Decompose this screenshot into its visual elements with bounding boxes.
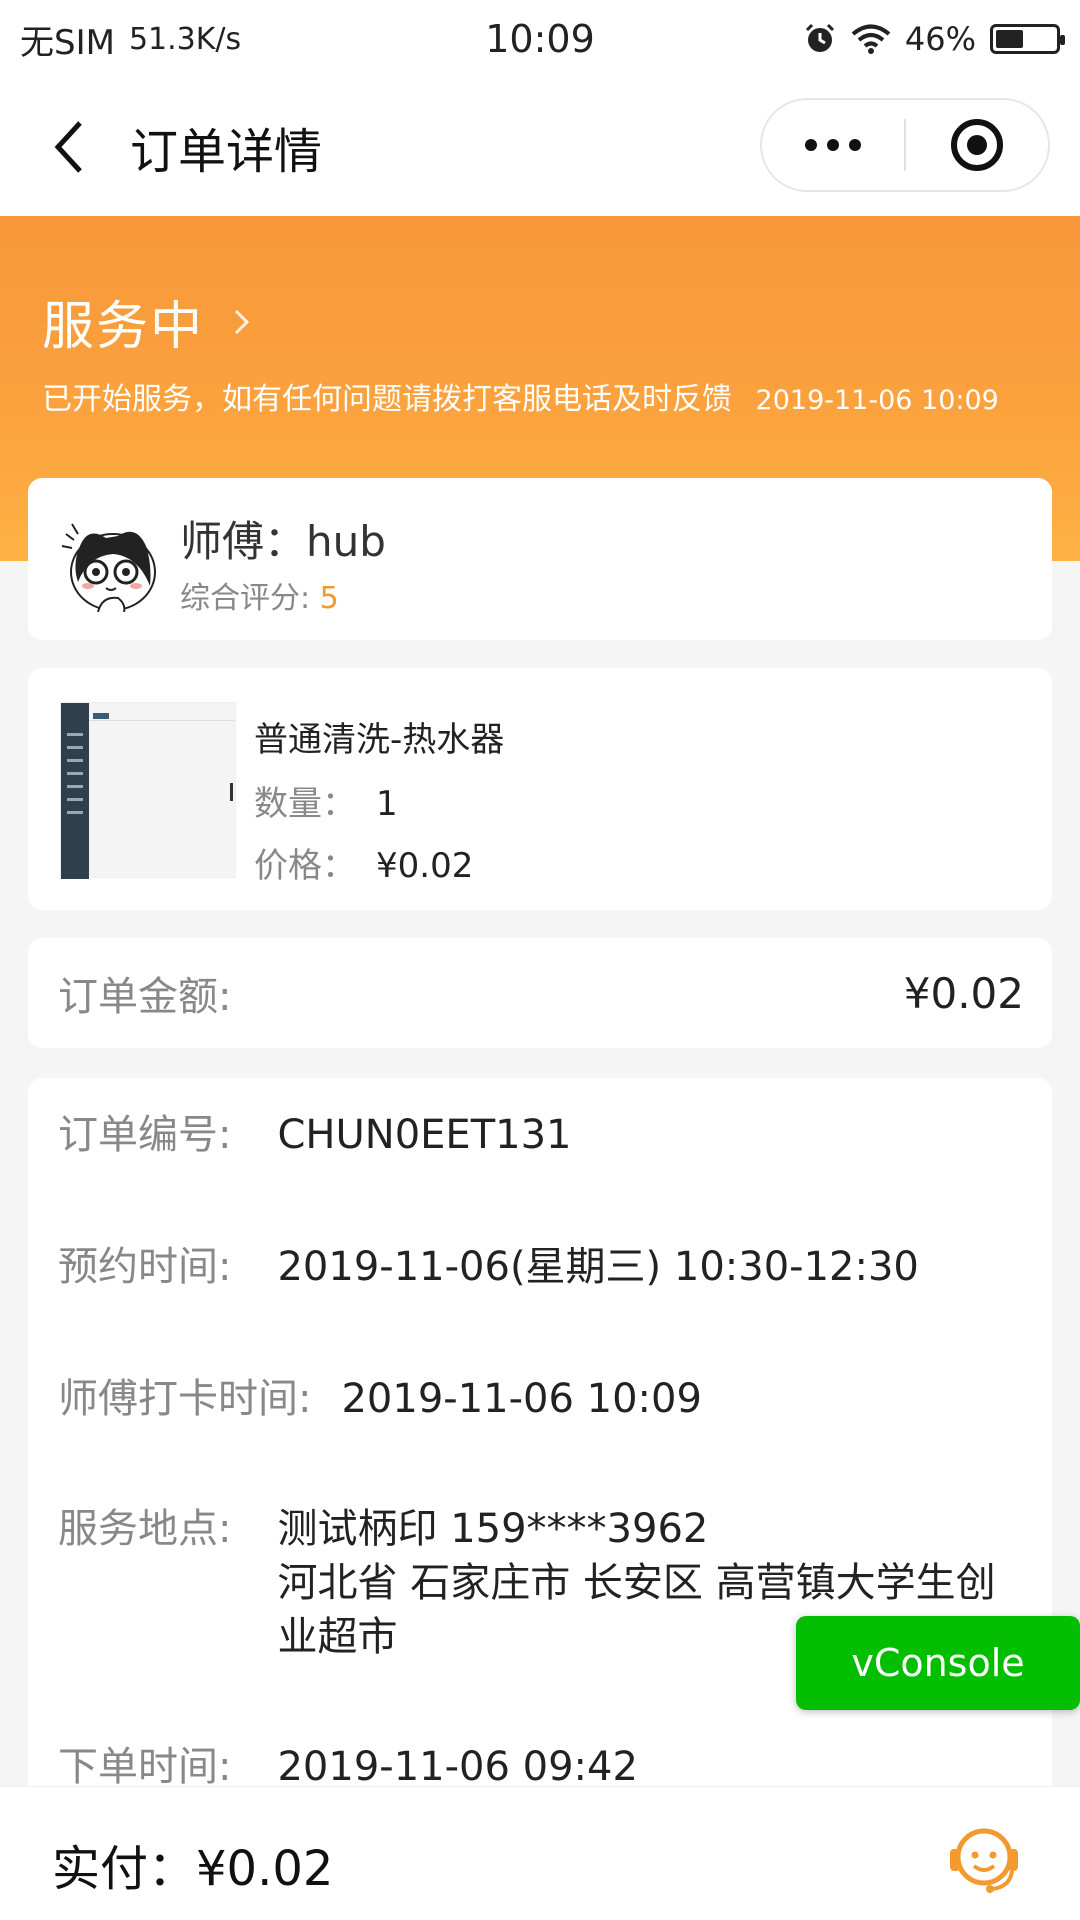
status-tip-time: 2019-11-06 10:09 (755, 385, 999, 416)
order-status: 服务中 (42, 297, 205, 357)
rating-label: 综合评分: (180, 581, 311, 616)
product-thumbnail[interactable] (60, 702, 236, 879)
price-value: ¥0.02 (376, 846, 474, 886)
price-label: 价格： (254, 846, 356, 886)
network-speed: 51.3K/s (128, 21, 242, 57)
status-bar: 无SIM 51.3K/s 10:09 46% (0, 0, 1080, 78)
appointment-value: 2019-11-06(星期三) 10:30-12:30 (277, 1244, 919, 1290)
battery-percent: 46% (904, 20, 976, 58)
customer-service-icon[interactable] (944, 1817, 1024, 1897)
appointment-label: 预约时间: (58, 1244, 232, 1290)
paid-amount: 实付：¥0.02 (52, 1841, 334, 1897)
quantity-label: 数量： (254, 784, 356, 824)
capsule-close-icon[interactable] (906, 119, 1048, 171)
avatar (61, 523, 156, 612)
mini-program-capsule (760, 98, 1050, 192)
rating-score: 5 (319, 581, 339, 616)
checkin-value: 2019-11-06 10:09 (341, 1376, 702, 1422)
worker-card: 师傅：hub 综合评分: 5 (28, 478, 1052, 640)
page-title: 订单详情 (130, 124, 323, 180)
status-tip: 已开始服务，如有任何问题请拨打客服电话及时反馈 2019-11-06 10:09 (42, 374, 1002, 427)
carrier-label: 无SIM (20, 22, 115, 63)
detail-row-checkin: 师傅打卡时间: 2019-11-06 10:09 (58, 1372, 702, 1426)
detail-row-order-no: 订单编号: CHUN0EET131 (58, 1108, 571, 1162)
worker-rating: 综合评分: 5 (180, 573, 339, 617)
product-quantity: 数量： 1 (254, 776, 398, 825)
checkin-label: 师傅打卡时间: (58, 1376, 312, 1422)
product-card: 普通清洗-热水器 数量： 1 价格： ¥0.02 (28, 668, 1052, 910)
detail-row-appointment: 预约时间: 2019-11-06(星期三) 10:30-12:30 (58, 1240, 919, 1294)
order-details-card: 订单编号: CHUN0EET131 预约时间: 2019-11-06(星期三) … (28, 1078, 1052, 1828)
battery-level-fill (996, 30, 1023, 48)
status-link[interactable]: 服务中 (42, 284, 256, 359)
nav-bar: 订单详情 (0, 78, 1080, 216)
quantity-value: 1 (376, 784, 398, 824)
product-price: 价格： ¥0.02 (254, 838, 473, 887)
wifi-icon (851, 24, 891, 54)
alarm-icon (805, 23, 834, 52)
order-amount-value: ¥0.02 (903, 968, 1024, 1018)
order-amount-card: 订单金额: ¥0.02 (28, 938, 1052, 1048)
chevron-right-icon (234, 309, 250, 334)
more-icon[interactable] (762, 139, 904, 151)
back-icon[interactable] (30, 107, 110, 187)
product-name: 普通清洗-热水器 (254, 720, 505, 760)
order-no-value: CHUN0EET131 (277, 1112, 572, 1158)
address-contact: 测试柄印 159****3962 (277, 1506, 709, 1552)
status-tip-text: 已开始服务，如有任何问题请拨打客服电话及时反馈 (42, 382, 732, 417)
order-no-label: 订单编号: (58, 1112, 232, 1158)
address-label: 服务地点: (58, 1506, 232, 1552)
bottom-bar: 实付：¥0.02 (0, 1786, 1080, 1920)
worker-name: 师傅：hub (180, 517, 386, 566)
order-amount-label: 订单金额: (58, 974, 232, 1020)
battery-icon (990, 24, 1065, 54)
vconsole-button[interactable]: vConsole (796, 1616, 1080, 1710)
